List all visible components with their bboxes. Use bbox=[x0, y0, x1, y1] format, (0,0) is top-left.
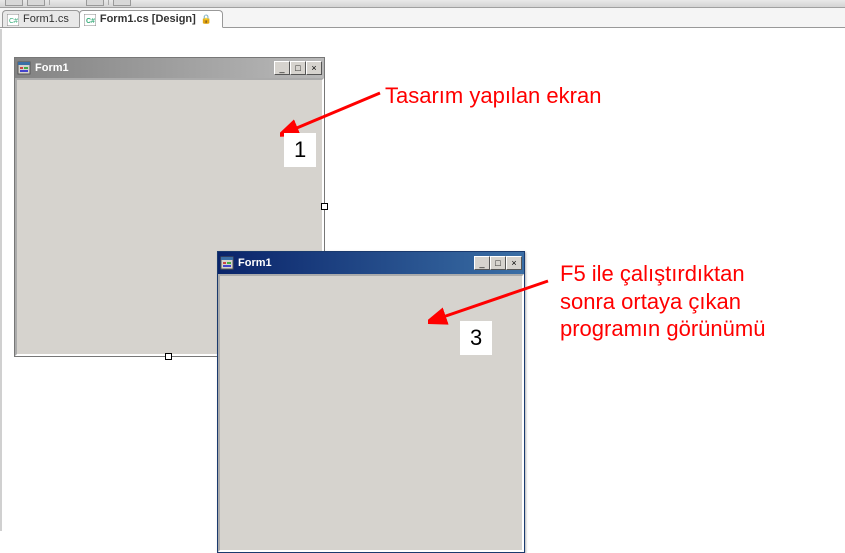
csharp-file-icon: C# bbox=[7, 14, 19, 26]
annotation-text-1: Tasarım yapılan ekran bbox=[385, 82, 601, 110]
maximize-button[interactable]: □ bbox=[290, 61, 306, 75]
toolbar-separator bbox=[108, 0, 109, 5]
form-icon bbox=[220, 256, 234, 270]
close-button[interactable]: × bbox=[306, 61, 322, 75]
toolbar-icon-2[interactable] bbox=[27, 0, 45, 6]
minimize-button[interactable]: _ bbox=[274, 61, 290, 75]
svg-text:C#: C# bbox=[9, 18, 18, 25]
resize-handle-bottom[interactable] bbox=[165, 353, 172, 360]
toolbar: Hex bbox=[0, 0, 845, 8]
resize-handle-right[interactable] bbox=[321, 203, 328, 210]
tab-form1-cs[interactable]: C# Form1.cs bbox=[2, 10, 80, 27]
annotation-text-2-line3: programın görünümü bbox=[560, 316, 765, 341]
hex-label[interactable]: Hex bbox=[54, 0, 82, 3]
toolbar-separator bbox=[49, 0, 50, 5]
designer-titlebar-buttons: _ □ × bbox=[274, 61, 322, 75]
annotation-text-2: F5 ile çalıştırdıktan sonra ortaya çıkan… bbox=[560, 260, 765, 343]
runtime-titlebar[interactable]: Form1 _ □ × bbox=[218, 252, 524, 274]
toolbar-icon-4[interactable] bbox=[113, 0, 131, 6]
runtime-form-body[interactable] bbox=[218, 274, 524, 552]
runtime-form[interactable]: Form1 _ □ × bbox=[217, 251, 525, 553]
toolbar-icon-1[interactable] bbox=[5, 0, 23, 6]
runtime-titlebar-buttons: _ □ × bbox=[474, 256, 522, 270]
tab-label: Form1.cs bbox=[23, 13, 69, 25]
tab-form1-design[interactable]: C# Form1.cs [Design] 🔒 bbox=[79, 10, 223, 28]
csharp-file-icon: C# bbox=[84, 14, 96, 26]
toolbar-icon-3[interactable] bbox=[86, 0, 104, 6]
document-tabs: C# Form1.cs C# Form1.cs [Design] 🔒 bbox=[0, 8, 845, 28]
form-icon bbox=[17, 61, 31, 75]
minimize-button[interactable]: _ bbox=[474, 256, 490, 270]
designer-title: Form1 bbox=[35, 62, 274, 74]
runtime-title: Form1 bbox=[238, 257, 474, 269]
svg-text:C#: C# bbox=[86, 18, 95, 25]
annotation-text-2-line1: F5 ile çalıştırdıktan bbox=[560, 261, 745, 286]
annotation-number-1: 1 bbox=[284, 133, 316, 167]
tab-label: Form1.cs [Design] bbox=[100, 13, 196, 25]
maximize-button[interactable]: □ bbox=[490, 256, 506, 270]
close-button[interactable]: × bbox=[506, 256, 522, 270]
annotation-text-2-line2: sonra ortaya çıkan bbox=[560, 289, 741, 314]
designer-titlebar: Form1 _ □ × bbox=[15, 58, 324, 78]
lock-icon: 🔒 bbox=[201, 14, 212, 24]
annotation-number-2: 3 bbox=[460, 321, 492, 355]
